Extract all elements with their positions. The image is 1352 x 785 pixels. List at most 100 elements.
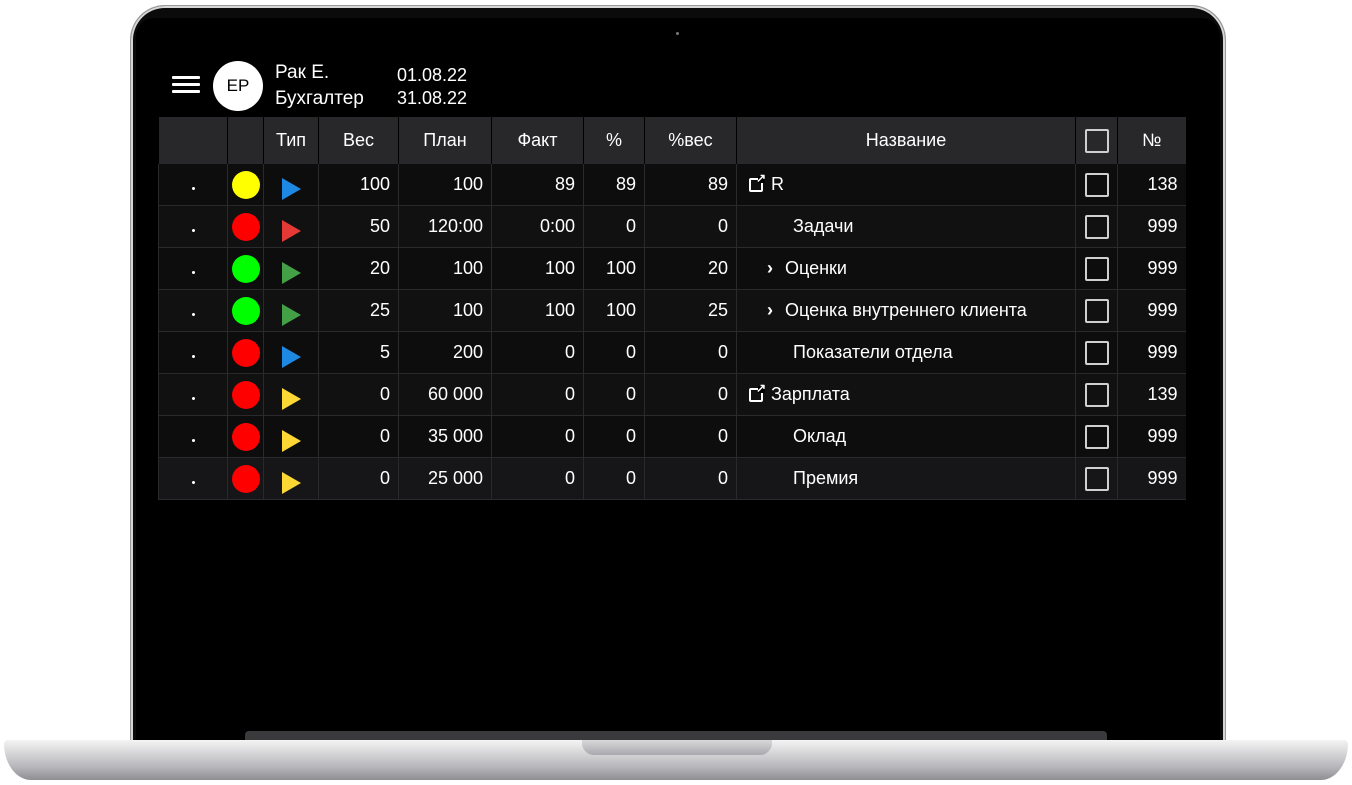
row-checkbox[interactable] [1084,424,1109,449]
table-header: Тип Вес План Факт % %вес Название № [158,117,1186,164]
row-name-cell[interactable]: Показатели отдела [736,331,1076,374]
row-percent-weight: 0 [644,373,737,416]
status-indicator [231,296,260,325]
external-link-icon[interactable] [749,381,766,402]
row-percent: 0 [583,331,645,374]
row-name-cell[interactable]: Зарплата [736,373,1076,416]
row-name[interactable]: Премия [793,468,858,488]
row-percent-weight: 0 [644,457,737,500]
row-name-cell[interactable]: Оклад [736,415,1076,458]
col-header-plan[interactable]: План [398,117,492,164]
row-marker-dot [191,355,195,358]
row-marker-dot [191,397,195,400]
row-marker-cell [158,457,228,500]
row-checkbox[interactable] [1084,256,1109,281]
row-percent-weight: 0 [644,331,737,374]
row-percent: 0 [583,457,645,500]
row-name-cell[interactable]: › Оценки [736,247,1076,290]
col-header-percent-weight[interactable]: %вес [644,117,737,164]
row-percent-weight: 25 [644,289,737,332]
row-fact: 89 [491,164,584,206]
status-indicator [231,422,260,451]
row-name-cell[interactable]: › Оценка внутреннего клиента [736,289,1076,332]
row-marker-cell [158,331,228,374]
row-percent-weight: 20 [644,247,737,290]
row-plan: 120:00 [398,205,492,248]
row-marker-cell [158,205,228,248]
row-checkbox[interactable] [1084,382,1109,407]
table-row[interactable]: 0 25 000 0 0 0 Премия 999 [158,457,1186,500]
row-plan: 100 [398,289,492,332]
col-header-marker [158,117,228,164]
row-checkbox[interactable] [1084,340,1109,365]
row-name[interactable]: Задачи [793,216,853,236]
table-row[interactable]: 25 100 100 100 25 › Оценка внутреннего клиента… [158,289,1186,332]
avatar[interactable]: ЕР [213,61,263,111]
row-weight: 0 [318,415,399,458]
row-name[interactable]: R [771,174,784,194]
table-row[interactable]: 50 120:00 0:00 0 0 Задачи 999 [158,205,1186,248]
row-number: 139 [1117,373,1186,416]
row-weight: 0 [318,457,399,500]
row-checkbox[interactable] [1084,298,1109,323]
row-status-cell [227,331,264,374]
date-to[interactable]: 31.08.22 [397,87,467,109]
chevron-right-icon[interactable]: › [767,300,785,321]
row-type-cell [263,205,319,248]
col-header-percent[interactable]: % [583,117,645,164]
col-header-fact[interactable]: Факт [491,117,584,164]
row-percent: 100 [583,289,645,332]
type-triangle-icon [281,387,301,410]
row-fact: 0 [491,373,584,416]
table-row[interactable]: 100100898989R138 [158,164,1186,206]
row-name[interactable]: Оклад [793,426,846,446]
row-name[interactable]: Оценки [785,258,847,278]
chevron-right-icon[interactable]: › [767,258,785,279]
row-checkbox[interactable] [1084,466,1109,491]
external-link-icon[interactable] [749,171,766,192]
table-row[interactable]: 5 200 0 0 0 Показатели отдела 999 [158,331,1186,374]
row-plan: 200 [398,331,492,374]
row-status-cell [227,457,264,500]
user-role: Бухгалтер [275,88,364,109]
row-name-cell[interactable]: Задачи [736,205,1076,248]
row-name[interactable]: Зарплата [771,384,850,404]
row-marker-cell [158,373,228,416]
row-checkbox[interactable] [1084,172,1109,197]
row-name-cell[interactable]: R [736,164,1076,206]
row-marker-cell [158,289,228,332]
select-all-checkbox[interactable] [1084,128,1109,153]
row-number: 999 [1117,331,1186,374]
col-header-number[interactable]: № [1117,117,1186,164]
row-plan: 60 000 [398,373,492,416]
status-indicator [231,380,260,409]
row-status-cell [227,247,264,290]
row-fact: 0 [491,457,584,500]
row-name-cell[interactable]: Премия [736,457,1076,500]
row-fact: 100 [491,289,584,332]
row-fact: 0 [491,331,584,374]
row-percent: 100 [583,247,645,290]
kpi-table: Тип Вес План Факт % %вес Название № 100 1… [158,117,1186,500]
row-name[interactable]: Оценка внутреннего клиента [785,300,1027,320]
row-percent-weight: 0 [644,205,737,248]
table-row[interactable]: 060 000000Зарплата139 [158,373,1186,416]
row-marker-cell [158,164,228,206]
col-header-status [227,117,264,164]
row-checkbox[interactable] [1084,214,1109,239]
row-marker-dot [191,481,195,484]
hamburger-icon[interactable] [172,76,200,96]
row-number: 999 [1117,205,1186,248]
col-header-type[interactable]: Тип [263,117,319,164]
row-name[interactable]: Показатели отдела [793,342,953,362]
row-status-cell [227,289,264,332]
col-header-name[interactable]: Название [736,117,1076,164]
table-row[interactable]: 0 35 000 0 0 0 Оклад 999 [158,415,1186,458]
row-weight: 0 [318,373,399,416]
col-header-weight[interactable]: Вес [318,117,399,164]
row-checkbox-cell [1075,164,1118,206]
date-from[interactable]: 01.08.22 [397,64,467,86]
status-indicator [231,212,260,241]
row-weight: 50 [318,205,399,248]
table-row[interactable]: 20 100 100 100 20 › Оценки 999 [158,247,1186,290]
